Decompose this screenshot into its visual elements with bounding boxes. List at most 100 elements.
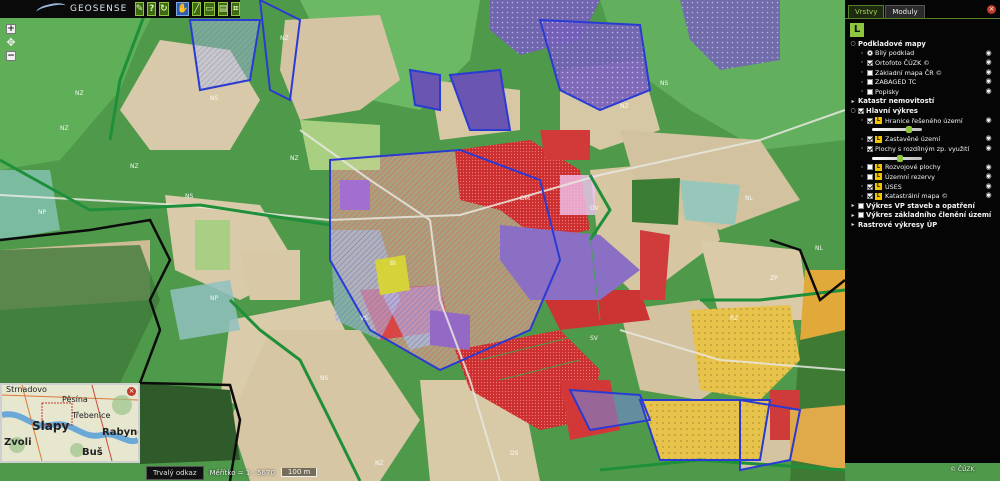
legend-icon[interactable]: L	[875, 163, 882, 171]
layers-panel: Vrstvy Moduly × L ○ Podkladové mapy ◦ Bílý …	[845, 0, 1000, 463]
refresh-button[interactable]: ↻	[159, 2, 169, 16]
visibility-eye-icon[interactable]: ◉	[985, 68, 992, 76]
overview-label: Slapy	[32, 419, 70, 433]
layer-row[interactable]: ◦ L Rozvojové plochy ◉	[850, 163, 996, 173]
overview-map[interactable]: Strnadovo Pěsína Třebenice Slapy Rabyně …	[0, 383, 140, 463]
tab-moduly[interactable]: Moduly	[885, 5, 925, 18]
zone-label: NZ	[620, 103, 629, 110]
overview-label: Buš	[82, 447, 103, 458]
layer-row[interactable]: ◦ Ortofoto ČÚZK © ◉	[850, 58, 996, 68]
layer-row[interactable]: ◦ Plochy s rozdílným zp. využití ◉	[850, 144, 996, 154]
slider-track[interactable]	[872, 128, 922, 132]
export-icon: ⌗	[233, 3, 239, 14]
expand-toggle-icon[interactable]: ○	[850, 40, 856, 47]
layer-checkbox[interactable]	[867, 88, 873, 95]
layer-checkbox[interactable]	[858, 212, 864, 219]
layer-label: Výkres základního členění území	[866, 211, 992, 220]
zone-label: NZ	[60, 125, 69, 132]
layer-checkbox[interactable]	[867, 173, 873, 180]
opacity-slider[interactable]	[850, 125, 996, 134]
legend-icon[interactable]: L	[875, 183, 882, 191]
visibility-eye-icon[interactable]: ◉	[985, 192, 992, 199]
print-button[interactable]: ▤	[217, 2, 229, 16]
visibility-eye-icon[interactable]: ◉	[985, 163, 992, 171]
layer-checkbox[interactable]	[867, 79, 873, 86]
legend-icon[interactable]: L	[875, 135, 882, 143]
legend-icon[interactable]: L	[875, 117, 882, 125]
brand-name: GEOSENSE	[70, 4, 128, 14]
tree-dot-icon: ◦	[860, 145, 864, 153]
layer-label: Ortofoto ČÚZK ©	[875, 58, 930, 67]
app-window: NZNSNZNPNZNZNSOMNZNZBINZSVVSNSOVRZNLZPNL…	[0, 0, 1000, 481]
layer-checkbox[interactable]	[867, 69, 873, 76]
tree-dot-icon: ◦	[860, 183, 864, 191]
layer-row[interactable]: ▸ Katastr nemovitostí	[850, 97, 996, 107]
measure-button[interactable]: ╱	[192, 2, 202, 16]
layer-checkbox[interactable]	[867, 164, 873, 171]
layer-row[interactable]: ▸ Výkres VP staveb a opatření	[850, 201, 996, 211]
layer-list: ○ Podkladové mapy ◦ Bílý podklad ◉ ◦ Ortofoto …	[850, 39, 996, 230]
export-button[interactable]: ⌗	[231, 2, 240, 16]
layer-row[interactable]: ◦ L Územní rezervy ◉	[850, 172, 996, 182]
pan-compass-icon[interactable]: ✥	[5, 37, 17, 49]
layer-row[interactable]: ◦ L ÚSES ◉	[850, 182, 996, 192]
overview-label: Zvoli	[4, 437, 32, 448]
layer-checkbox[interactable]	[867, 183, 873, 190]
expand-toggle-icon[interactable]: ○	[850, 107, 856, 114]
layer-checkbox[interactable]	[858, 107, 864, 114]
layer-checkbox[interactable]	[867, 193, 873, 200]
layer-row[interactable]: ◦ Základní mapa ČR © ◉	[850, 68, 996, 78]
help-button[interactable]: ?	[147, 2, 157, 16]
layer-checkbox[interactable]	[867, 136, 873, 143]
layer-checkbox[interactable]	[867, 59, 873, 66]
visibility-eye-icon[interactable]: ◉	[985, 59, 992, 66]
layer-row[interactable]: ◦ L Hranice řešeného území ◉	[850, 116, 996, 126]
visibility-eye-icon[interactable]: ◉	[985, 78, 992, 85]
zoom-out-button[interactable]: −	[6, 51, 16, 61]
layer-row[interactable]: ◦ ZABAGED TC ◉	[850, 77, 996, 87]
layer-label: Zastavěné území	[885, 135, 941, 144]
visibility-eye-icon[interactable]: ◉	[985, 116, 992, 124]
legend-icon[interactable]: L	[875, 192, 882, 200]
layer-tree: L ○ Podkladové mapy ◦ Bílý podklad ◉ ◦ Ortofot…	[845, 18, 1000, 230]
layer-row[interactable]: ◦ L Katastrální mapa © ◉	[850, 191, 996, 201]
expand-toggle-icon[interactable]: ▸	[850, 212, 856, 219]
layer-checkbox[interactable]	[867, 145, 873, 152]
tools-button[interactable]: ✎	[134, 2, 145, 16]
layer-label: Rastrové výkresy ÚP	[858, 220, 938, 229]
visibility-eye-icon[interactable]: ◉	[985, 173, 992, 180]
layer-row[interactable]: ▸ Rastrové výkresy ÚP	[850, 220, 996, 230]
visibility-eye-icon[interactable]: ◉	[985, 135, 992, 142]
layer-row[interactable]: ▸ Výkres základního členění území	[850, 211, 996, 221]
expand-toggle-icon[interactable]: ▸	[850, 98, 856, 105]
layer-radio[interactable]	[867, 50, 873, 57]
expand-toggle-icon[interactable]: ▸	[850, 221, 856, 228]
help-icon: ?	[149, 3, 155, 14]
layer-row[interactable]: ◦ L Zastavěné území ◉	[850, 134, 996, 144]
tab-vrstvy[interactable]: Vrstvy	[848, 5, 885, 18]
visibility-eye-icon[interactable]: ◉	[985, 182, 992, 190]
layer-label: Bílý podklad	[875, 49, 915, 58]
layer-row[interactable]: ◦ Popisky ◉	[850, 87, 996, 97]
overview-close-button[interactable]: ×	[127, 387, 136, 396]
layer-row[interactable]: ○ Hlavní výkres	[850, 106, 996, 116]
zoom-in-button[interactable]: +	[6, 24, 16, 34]
opacity-slider[interactable]	[850, 154, 996, 163]
folder-button[interactable]: ▭	[204, 2, 215, 16]
pan-button[interactable]: ✋	[176, 2, 190, 16]
permalink-button[interactable]: Trvalý odkaz	[146, 465, 204, 480]
visibility-eye-icon[interactable]: ◉	[985, 144, 992, 152]
layer-checkbox[interactable]	[867, 117, 873, 124]
layer-row[interactable]: ○ Podkladové mapy	[850, 39, 996, 49]
layer-row[interactable]: ◦ Bílý podklad ◉	[850, 49, 996, 59]
expand-toggle-icon[interactable]: ▸	[850, 202, 856, 209]
visibility-eye-icon[interactable]: ◉	[985, 49, 992, 57]
legend-icon[interactable]: L	[875, 173, 882, 181]
slider-handle[interactable]	[896, 154, 903, 162]
visibility-eye-icon[interactable]: ◉	[985, 87, 992, 95]
layer-label: Hlavní výkres	[866, 106, 918, 115]
slider-handle[interactable]	[905, 126, 912, 134]
print-icon: ▤	[218, 3, 228, 14]
layer-checkbox[interactable]	[858, 202, 864, 209]
panel-close-button[interactable]: ×	[987, 5, 996, 14]
